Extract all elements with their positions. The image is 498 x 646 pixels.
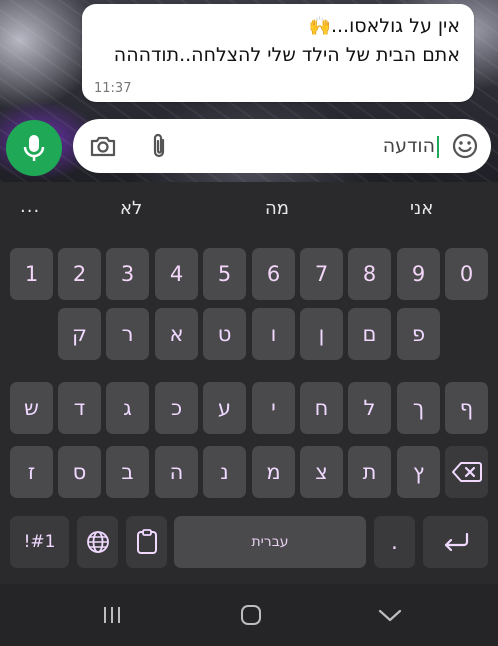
clipboard-icon (136, 529, 157, 554)
key-alef[interactable]: א (155, 308, 198, 360)
keyboard: ... לא מה אני 1 2 3 4 5 6 7 8 9 0 ק ר א … (0, 182, 498, 646)
clipboard-key[interactable] (126, 516, 167, 568)
key-samekh[interactable]: ס (58, 446, 101, 498)
key-8[interactable]: 8 (348, 248, 391, 300)
key-final-kaf[interactable]: ך (397, 382, 440, 434)
backspace-icon (451, 462, 482, 482)
key-resh[interactable]: ר (106, 308, 149, 360)
message-line-2: אתם הבית של הילד שלי להצלחה..תודההה (113, 44, 460, 66)
microphone-icon (23, 135, 45, 161)
language-key[interactable] (77, 516, 118, 568)
key-gimel[interactable]: ג (106, 382, 149, 434)
raising-hands-emoji: 🙌 (308, 16, 331, 37)
system-nav-bar (0, 584, 498, 646)
key-5[interactable]: 5 (203, 248, 246, 300)
microphone-button[interactable] (6, 120, 62, 176)
key-qof[interactable]: ק (58, 308, 101, 360)
key-tet[interactable]: ט (203, 308, 246, 360)
message-input[interactable]: הודעה (239, 131, 439, 161)
key-4[interactable]: 4 (155, 248, 198, 300)
key-final-pe[interactable]: ף (445, 382, 488, 434)
home-icon[interactable] (237, 602, 265, 628)
message-input-text: הודעה (382, 135, 435, 157)
key-vav[interactable]: ו (252, 308, 295, 360)
key-final-mem[interactable]: ם (348, 308, 391, 360)
period-key[interactable]: . (374, 516, 415, 568)
smiley-icon[interactable] (451, 132, 479, 160)
key-2[interactable]: 2 (58, 248, 101, 300)
message-composer[interactable]: הודעה (73, 119, 491, 173)
suggestion-2[interactable]: מה (265, 198, 289, 219)
key-ayin[interactable]: ע (203, 382, 246, 434)
key-nun[interactable]: נ (203, 446, 246, 498)
text-caret (437, 135, 439, 158)
key-kaf[interactable]: כ (155, 382, 198, 434)
key-he[interactable]: ה (155, 446, 198, 498)
globe-icon (86, 531, 109, 553)
space-key-label: עברית (251, 534, 289, 550)
key-3[interactable]: 3 (106, 248, 149, 300)
key-yod[interactable]: י (252, 382, 295, 434)
message-line-1: אין על גולאסו...🙌 (96, 12, 460, 41)
key-bet[interactable]: ב (106, 446, 149, 498)
back-icon[interactable] (376, 602, 404, 628)
key-lamed[interactable]: ל (348, 382, 391, 434)
enter-icon (444, 532, 468, 552)
key-9[interactable]: 9 (397, 248, 440, 300)
key-final-nun[interactable]: ן (300, 308, 343, 360)
key-dalet[interactable]: ד (58, 382, 101, 434)
key-tav[interactable]: ת (348, 446, 391, 498)
key-final-tsadi[interactable]: ץ (397, 446, 440, 498)
recent-apps-icon[interactable] (98, 602, 126, 628)
suggestion-strip: ... לא מה אני (0, 182, 498, 238)
more-suggestions-button[interactable]: ... (20, 196, 40, 217)
message-timestamp: 11:37 (94, 81, 132, 96)
key-zayin[interactable]: ז (10, 446, 53, 498)
key-1[interactable]: 1 (10, 248, 53, 300)
message-bubble[interactable]: אין על גולאסו...🙌 אתם הבית של הילד שלי ל… (82, 4, 474, 102)
suggestion-3[interactable]: לא (120, 198, 142, 219)
backspace-key[interactable] (445, 446, 488, 498)
key-het[interactable]: ח (300, 382, 343, 434)
camera-icon[interactable] (89, 132, 117, 160)
symbols-key[interactable]: !#1 (10, 516, 69, 568)
key-mem[interactable]: מ (252, 446, 295, 498)
key-0[interactable]: 0 (445, 248, 488, 300)
key-shin[interactable]: ש (10, 382, 53, 434)
key-6[interactable]: 6 (252, 248, 295, 300)
key-7[interactable]: 7 (300, 248, 343, 300)
enter-key[interactable] (423, 516, 488, 568)
key-tsadi[interactable]: צ (300, 446, 343, 498)
suggestion-1[interactable]: אני (410, 198, 433, 219)
space-key[interactable]: עברית (174, 516, 366, 568)
paperclip-icon[interactable] (145, 132, 173, 160)
message-text-1: אין על גולאסו... (330, 15, 460, 37)
key-pe[interactable]: פ (397, 308, 440, 360)
